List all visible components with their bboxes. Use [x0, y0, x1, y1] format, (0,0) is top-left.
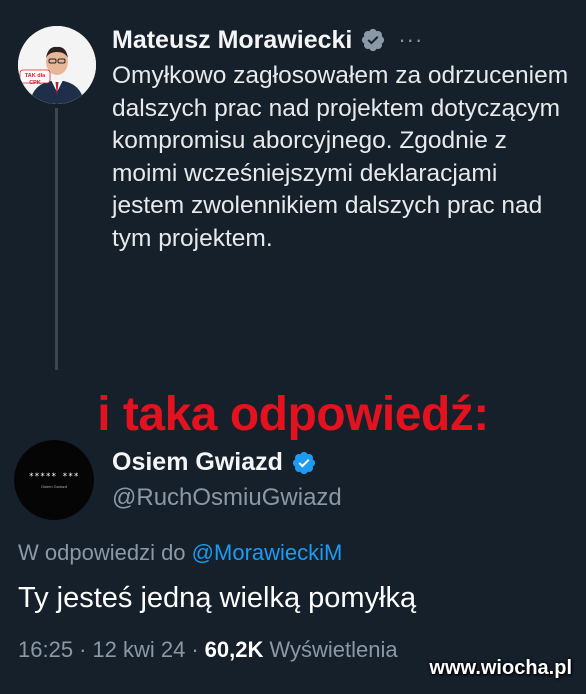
tweet-text: Omyłkowo zagłosowałem za odrzuceniem dal…	[112, 62, 569, 252]
author-avatar[interactable]: TAK dla CPK	[18, 26, 96, 104]
reply-author-handle[interactable]: @RuchOsmiuGwiazd	[112, 484, 342, 512]
author-name[interactable]: Mateusz Morawiecki	[112, 26, 352, 55]
meta-separator: ·	[79, 637, 87, 662]
verified-badge-icon	[362, 28, 385, 52]
views-label[interactable]: Wyświetlenia	[269, 637, 397, 663]
replying-to-mention[interactable]: @MorawieckiM	[192, 540, 343, 565]
author-portrait	[18, 26, 96, 104]
tweet-meta: 16:25 · 12 kwi 24 · 60,2K Wyświetlenia	[18, 637, 398, 663]
meta-separator: ·	[191, 637, 199, 662]
reply-author-header: Osiem Gwiazd	[112, 448, 317, 477]
overlay-caption: i taka odpowiedź:	[97, 388, 489, 441]
thread-line	[55, 108, 58, 370]
tweet-date[interactable]: 12 kwi 24	[92, 637, 185, 663]
tweet-time[interactable]: 16:25	[18, 637, 73, 663]
original-tweet[interactable]: TAK dla CPK Mateusz Morawiecki ··· Omyłk…	[0, 0, 586, 380]
reply-author-name[interactable]: Osiem Gwiazd	[112, 448, 283, 477]
reply-text: Ty jesteś jedną wielką pomyłką	[18, 582, 417, 614]
verified-badge-icon	[292, 451, 315, 474]
ellipsis-icon[interactable]: ···	[398, 27, 423, 53]
site-watermark: www.wiocha.pl	[429, 657, 572, 679]
tweet-header: Mateusz Morawiecki ···	[112, 22, 423, 58]
avatar-badge: TAK dla CPK	[24, 73, 46, 86]
views-count: 60,2K	[204, 637, 264, 662]
reply-author-avatar[interactable]: ***** *** Osiem Gwiazd	[14, 440, 94, 520]
avatar-subtitle: Osiem Gwiazd	[40, 483, 67, 489]
replying-to-prefix: W odpowiedzi do	[18, 540, 186, 565]
avatar-stars: ***** ***	[28, 471, 80, 482]
replying-to: W odpowiedzi do @MorawieckiM	[18, 540, 342, 566]
